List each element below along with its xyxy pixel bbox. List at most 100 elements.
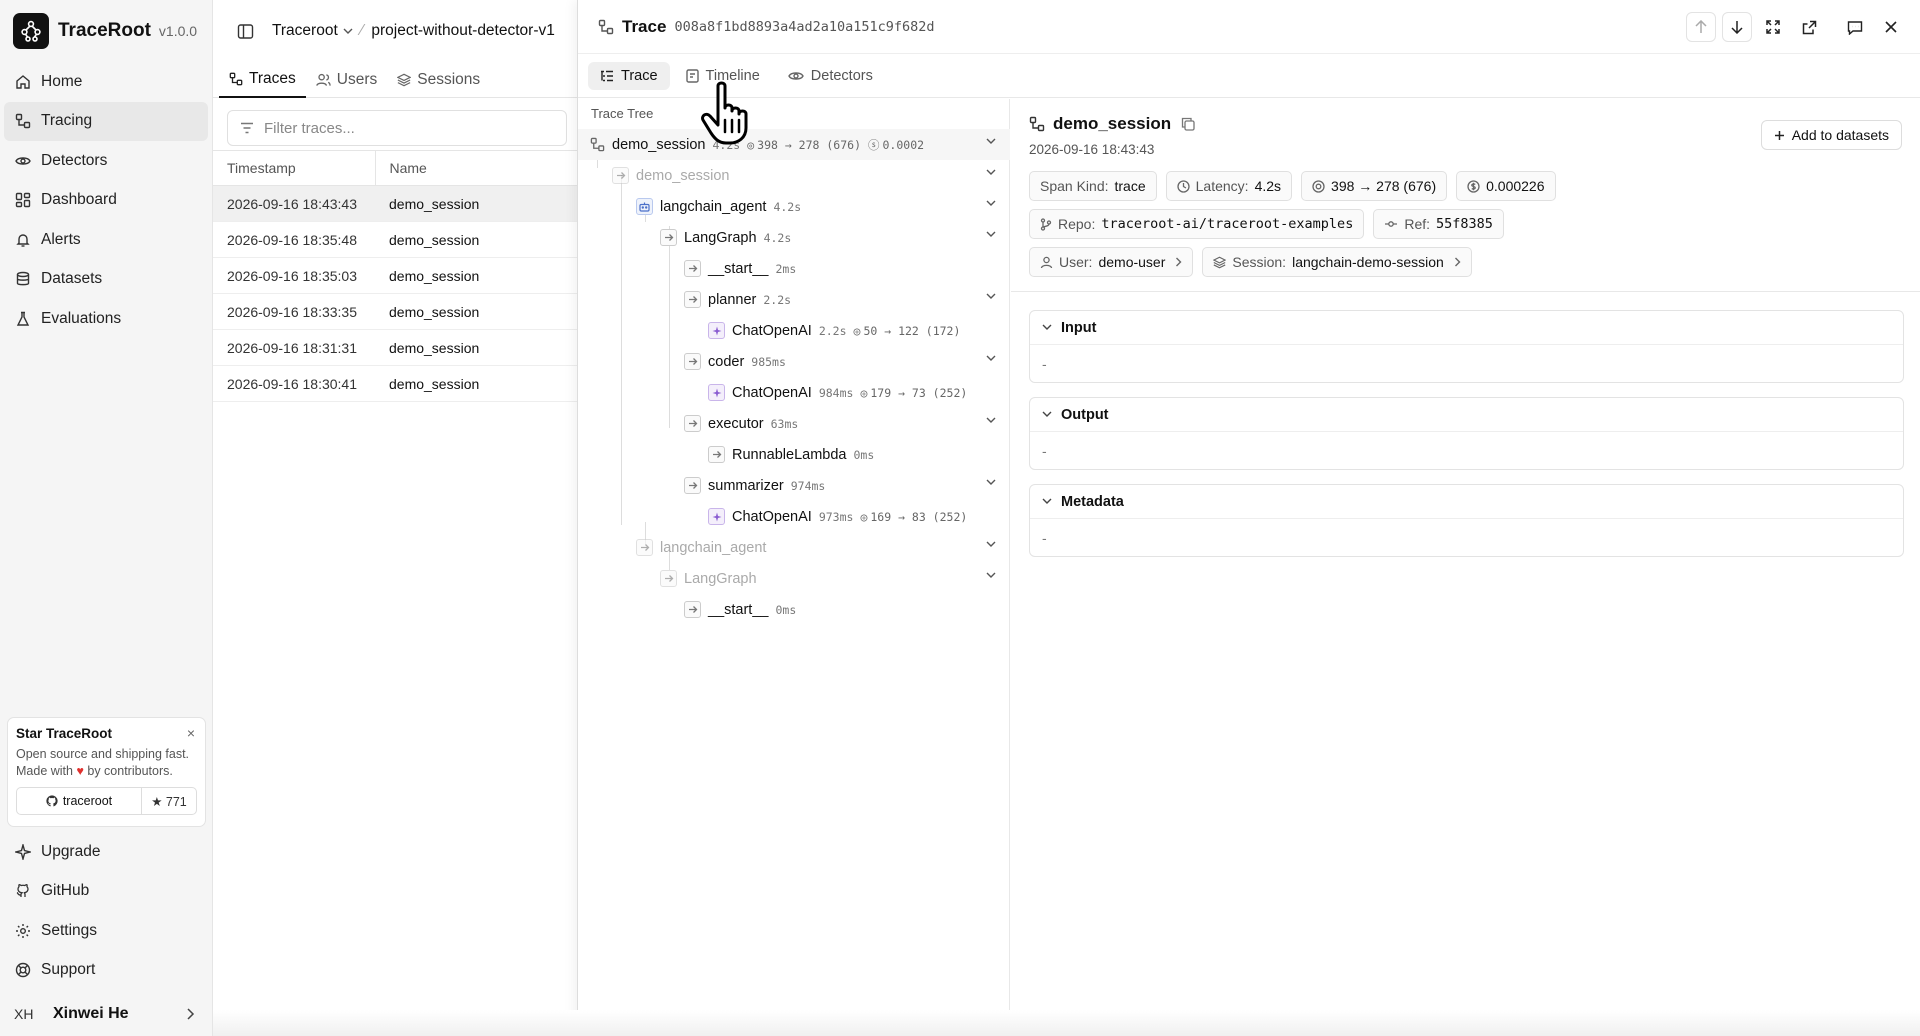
nav-label: Tracing: [41, 112, 93, 130]
nav-item-alerts[interactable]: Alerts: [4, 220, 208, 260]
nav-item-datasets[interactable]: Datasets: [4, 260, 208, 300]
node-name: executor: [708, 415, 764, 432]
tree-node[interactable]: langchain_agent: [578, 532, 1010, 563]
star-count[interactable]: ★ 771: [142, 788, 196, 814]
tree-node[interactable]: planner 2.2s: [578, 284, 1010, 315]
cell-name: demo_session: [375, 329, 577, 366]
tab-detectors[interactable]: Detectors: [776, 62, 885, 90]
close-icon[interactable]: ×: [187, 725, 195, 741]
nav-item-upgrade[interactable]: Upgrade: [4, 832, 209, 872]
cell-timestamp: 2026-09-16 18:35:03: [213, 257, 375, 294]
org-switcher[interactable]: Traceroot: [272, 22, 338, 40]
span-arrow-icon: [660, 570, 677, 587]
chevron-down-icon[interactable]: [986, 417, 996, 424]
tab-sessions[interactable]: Sessions: [387, 62, 490, 98]
chevron-down-icon[interactable]: [986, 293, 996, 300]
horizontal-scrollbar[interactable]: [213, 1010, 1920, 1036]
next-trace-button[interactable]: [1722, 12, 1752, 42]
ref-chip[interactable]: Ref: 55f8385: [1373, 209, 1504, 239]
arrow-down-icon: [1731, 20, 1743, 34]
table-row[interactable]: 2026-09-16 18:43:43 demo_session: [213, 185, 577, 222]
table-row[interactable]: 2026-09-16 18:31:31 demo_session: [213, 329, 577, 366]
github-repo-button[interactable]: traceroot: [17, 788, 142, 814]
column-header-name[interactable]: Name: [375, 150, 577, 186]
table-row[interactable]: 2026-09-16 18:35:48 demo_session: [213, 221, 577, 258]
user-icon: [1040, 256, 1053, 269]
close-drawer-button[interactable]: [1876, 12, 1906, 42]
nav-item-evaluations[interactable]: Evaluations: [4, 299, 208, 339]
nav-item-settings[interactable]: Settings: [4, 911, 209, 951]
tab-traces[interactable]: Traces: [219, 62, 306, 98]
open-external-button[interactable]: [1794, 12, 1824, 42]
add-to-datasets-button[interactable]: Add to datasets: [1760, 120, 1902, 150]
clock-icon: [1176, 179, 1190, 193]
sidebar-toggle-icon[interactable]: [237, 23, 254, 40]
tracing-icon: [1029, 116, 1045, 132]
tree-node[interactable]: LangGraph: [578, 563, 1010, 594]
output-section-header[interactable]: Output: [1030, 398, 1903, 432]
cell-name: demo_session: [375, 365, 577, 402]
nav-item-detectors[interactable]: Detectors: [4, 141, 208, 181]
github-icon: [46, 795, 58, 807]
cell-name: demo_session: [375, 185, 577, 222]
chevron-down-icon[interactable]: [986, 200, 996, 207]
user-menu[interactable]: XH Xinwei He: [0, 994, 213, 1034]
metadata-section-header[interactable]: Metadata: [1030, 485, 1903, 519]
tree-node[interactable]: LangGraph 4.2s: [578, 222, 1010, 253]
tree-node[interactable]: ChatOpenAI 2.2s ◎ 50 → 122 (172): [578, 315, 1010, 346]
tab-users[interactable]: Users: [306, 62, 387, 98]
input-section-header[interactable]: Input: [1030, 311, 1903, 345]
tree-node[interactable]: executor 63ms: [578, 408, 1010, 439]
session-chip[interactable]: Session: langchain-demo-session: [1202, 247, 1472, 277]
chevron-down-icon[interactable]: [986, 231, 996, 238]
node-tokens-value: 398 → 278 (676): [757, 137, 861, 152]
chevron-down-icon[interactable]: [986, 572, 996, 579]
previous-trace-button[interactable]: [1686, 12, 1716, 42]
tree-node[interactable]: ChatOpenAI 984ms ◎ 179 → 73 (252): [578, 377, 1010, 408]
nav-item-dashboard[interactable]: Dashboard: [4, 181, 208, 221]
trace-drawer: Trace 008a8f1bd8893a4ad2a10a151c9f682d T…: [577, 0, 1920, 1036]
expand-button[interactable]: [1758, 12, 1788, 42]
expand-icon: [1766, 20, 1780, 34]
copy-icon[interactable]: [1181, 117, 1195, 131]
project-name[interactable]: project-without-detector-v1: [371, 22, 555, 40]
tree-node[interactable]: summarizer 974ms: [578, 470, 1010, 501]
feedback-button[interactable]: [1840, 12, 1870, 42]
chevron-down-icon[interactable]: [986, 479, 996, 486]
chevron-down-icon[interactable]: [986, 355, 996, 362]
user-chip[interactable]: User: demo-user: [1029, 247, 1194, 277]
node-name: coder: [708, 353, 745, 370]
chevron-down-icon[interactable]: [986, 541, 996, 548]
tree-node[interactable]: __start__ 0ms: [578, 594, 1010, 625]
tree-node[interactable]: langchain_agent 4.2s: [578, 191, 1010, 222]
tree-node[interactable]: RunnableLambda 0ms: [578, 439, 1010, 470]
app-logo-icon[interactable]: [13, 13, 49, 49]
tracing-icon: [229, 72, 243, 86]
tree-node[interactable]: demo_session 4.2s ◎398 → 278 (676) ⓢ0.00…: [578, 129, 1010, 160]
filter-input[interactable]: Filter traces...: [227, 110, 567, 146]
tree-node[interactable]: ChatOpenAI 973ms ◎ 169 → 83 (252): [578, 501, 1010, 532]
chip-value: langchain-demo-session: [1292, 254, 1444, 270]
column-header-timestamp[interactable]: Timestamp: [213, 150, 376, 186]
nav-item-home[interactable]: Home: [4, 62, 208, 102]
nav-label: Detectors: [41, 151, 108, 169]
chevron-down-icon[interactable]: [986, 138, 996, 145]
chevron-down-icon[interactable]: [986, 169, 996, 176]
nav-item-github[interactable]: GitHub: [4, 872, 209, 912]
tree-node[interactable]: __start__ 2ms: [578, 253, 1010, 284]
tree-node[interactable]: coder 985ms: [578, 346, 1010, 377]
repo-chip[interactable]: Repo: traceroot-ai/traceroot-examples: [1029, 209, 1365, 239]
sidebar: TraceRoot v1.0.0 Home Tracing Detectors …: [0, 0, 213, 1036]
table-row[interactable]: 2026-09-16 18:35:03 demo_session: [213, 257, 577, 294]
tree-node[interactable]: demo_session: [578, 160, 1010, 191]
tab-trace[interactable]: Trace: [588, 61, 670, 90]
nav-item-support[interactable]: Support: [4, 951, 209, 991]
external-link-icon: [1802, 20, 1817, 35]
tab-label: Detectors: [810, 67, 873, 84]
nav-item-tracing[interactable]: Tracing: [4, 101, 208, 141]
node-duration: 63ms: [770, 416, 799, 431]
span-arrow-icon: [660, 229, 677, 246]
table-row[interactable]: 2026-09-16 18:33:35 demo_session: [213, 293, 577, 330]
chevron-down-icon: [1042, 411, 1052, 418]
table-row[interactable]: 2026-09-16 18:30:41 demo_session: [213, 365, 577, 402]
